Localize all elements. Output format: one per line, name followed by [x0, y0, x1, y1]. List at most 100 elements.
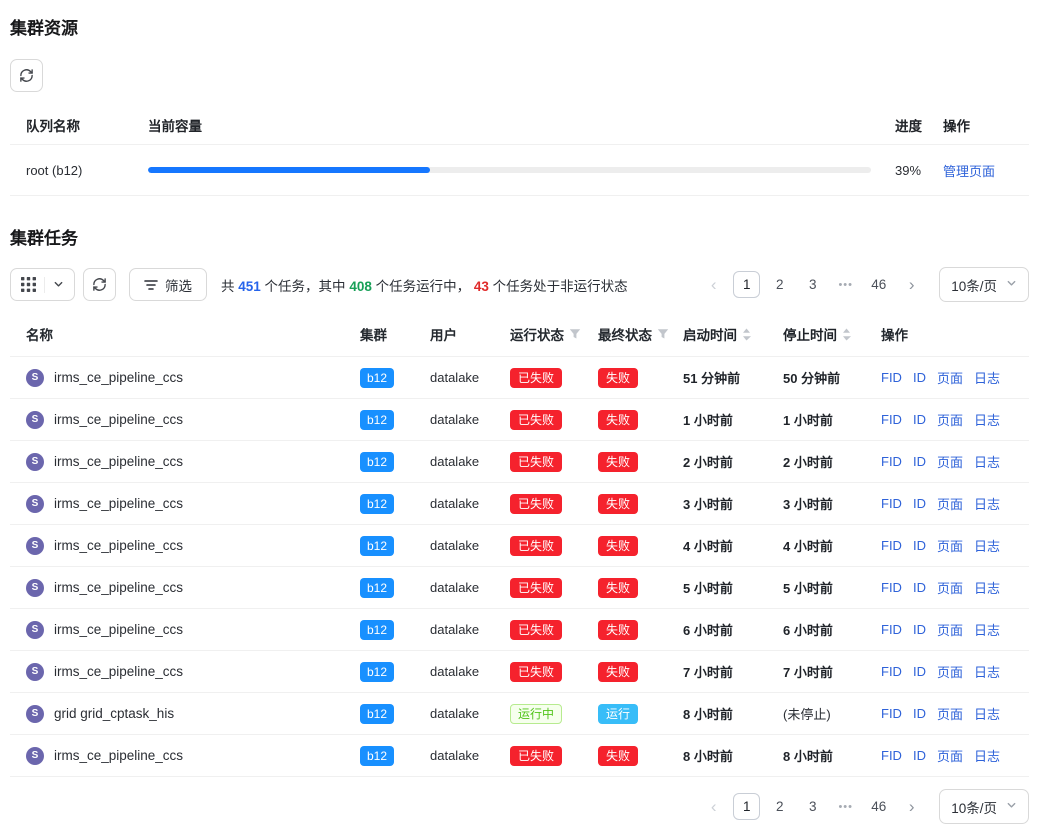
tasks-table: 名称 集群 用户 运行状态 最终状态 启动时间 停止时间 操作 S [10, 312, 1029, 777]
action-link-fid[interactable]: FID [881, 538, 902, 553]
action-link-page[interactable]: 页面 [937, 452, 963, 471]
final-status-badge: 失败 [598, 368, 638, 388]
action-link-id[interactable]: ID [913, 412, 926, 427]
action-link-id[interactable]: ID [913, 706, 926, 721]
action-link-id[interactable]: ID [913, 454, 926, 469]
action-link-page[interactable]: 页面 [937, 410, 963, 429]
action-link-page[interactable]: 页面 [937, 536, 963, 555]
action-link-page[interactable]: 页面 [937, 578, 963, 597]
pagination-top: ‹123•••46› [700, 271, 925, 298]
filter-button-label: 筛选 [165, 275, 192, 295]
page-size-select[interactable]: 10条/页 [939, 789, 1029, 824]
action-link-fid[interactable]: FID [881, 496, 902, 511]
cluster-badge: b12 [360, 704, 394, 724]
tasks-header-start-time[interactable]: 启动时间 [683, 324, 783, 344]
action-link-fid[interactable]: FID [881, 412, 902, 427]
pagination-page-3[interactable]: 3 [799, 793, 826, 820]
task-cluster-cell: b12 [360, 452, 430, 472]
manage-page-link[interactable]: 管理页面 [943, 164, 995, 179]
action-link-page[interactable]: 页面 [937, 368, 963, 387]
action-link-id[interactable]: ID [913, 370, 926, 385]
task-run-status-cell: 已失败 [510, 620, 598, 640]
pagination-page-1[interactable]: 1 [733, 793, 760, 820]
action-link-log[interactable]: 日志 [974, 704, 1000, 723]
action-link-page[interactable]: 页面 [937, 746, 963, 765]
task-name: irms_ce_pipeline_ccs [54, 538, 183, 553]
action-link-id[interactable]: ID [913, 580, 926, 595]
resources-header-queue: 队列名称 [10, 115, 148, 135]
action-link-id[interactable]: ID [913, 622, 926, 637]
final-status-badge: 失败 [598, 578, 638, 598]
capacity-progress-track [148, 167, 871, 173]
filter-funnel-icon[interactable] [569, 328, 581, 340]
resources-refresh-button[interactable] [10, 59, 43, 92]
action-link-log[interactable]: 日志 [974, 368, 1000, 387]
stop-time: 3 小时前 [783, 494, 881, 513]
summary-text: 共 [221, 279, 238, 294]
task-cluster-cell: b12 [360, 662, 430, 682]
pagination-page-3[interactable]: 3 [799, 271, 826, 298]
task-actions: FID ID 页面日志 [881, 368, 1029, 387]
tasks-refresh-button[interactable] [83, 268, 116, 301]
start-time: 8 小时前 [683, 704, 783, 723]
sort-icon[interactable] [742, 328, 751, 341]
action-link-fid[interactable]: FID [881, 664, 902, 679]
pagination-ellipsis[interactable]: ••• [832, 793, 859, 820]
task-final-status-cell: 失败 [598, 536, 683, 556]
action-link-fid[interactable]: FID [881, 454, 902, 469]
pagination-prev-icon[interactable]: ‹ [700, 271, 727, 298]
pagination-next-icon[interactable]: › [898, 793, 925, 820]
action-link-fid[interactable]: FID [881, 580, 902, 595]
task-name-cell: S irms_ce_pipeline_ccs [10, 495, 360, 513]
stop-time: (未停止) [783, 704, 881, 723]
action-link-id[interactable]: ID [913, 496, 926, 511]
pagination-page-2[interactable]: 2 [766, 271, 793, 298]
action-link-fid[interactable]: FID [881, 622, 902, 637]
start-time: 2 小时前 [683, 452, 783, 471]
sort-icon[interactable] [842, 328, 851, 341]
final-status-badge: 失败 [598, 620, 638, 640]
pagination-page-46[interactable]: 46 [865, 793, 892, 820]
action-link-log[interactable]: 日志 [974, 536, 1000, 555]
tasks-header-stop-time[interactable]: 停止时间 [783, 324, 881, 344]
action-link-log[interactable]: 日志 [974, 410, 1000, 429]
layout-settings-button[interactable] [10, 268, 75, 301]
action-link-page[interactable]: 页面 [937, 662, 963, 681]
pagination-page-2[interactable]: 2 [766, 793, 793, 820]
action-link-log[interactable]: 日志 [974, 452, 1000, 471]
task-user: datalake [430, 748, 510, 763]
page-size-select[interactable]: 10条/页 [939, 267, 1029, 302]
task-user: datalake [430, 496, 510, 511]
action-link-log[interactable]: 日志 [974, 578, 1000, 597]
task-user: datalake [430, 706, 510, 721]
run-status-badge: 已失败 [510, 536, 562, 556]
filter-funnel-icon[interactable] [657, 328, 669, 340]
action-link-fid[interactable]: FID [881, 748, 902, 763]
action-link-page[interactable]: 页面 [937, 704, 963, 723]
action-link-log[interactable]: 日志 [974, 662, 1000, 681]
action-link-log[interactable]: 日志 [974, 494, 1000, 513]
pagination-next-icon[interactable]: › [898, 271, 925, 298]
action-link-id[interactable]: ID [913, 664, 926, 679]
pagination-page-1[interactable]: 1 [733, 271, 760, 298]
task-name: grid grid_cptask_his [54, 706, 174, 721]
pagination-bottom: ‹123•••46› [700, 793, 925, 820]
action-link-page[interactable]: 页面 [937, 494, 963, 513]
final-status-badge: 失败 [598, 746, 638, 766]
tasks-table-body: S irms_ce_pipeline_ccs b12 datalake 已失败 … [10, 357, 1029, 777]
pagination-ellipsis[interactable]: ••• [832, 271, 859, 298]
filter-button[interactable]: 筛选 [129, 268, 207, 301]
progress-percent: 39% [895, 163, 943, 178]
action-link-fid[interactable]: FID [881, 370, 902, 385]
task-cluster-cell: b12 [360, 536, 430, 556]
pagination-prev-icon[interactable]: ‹ [700, 793, 727, 820]
action-link-fid[interactable]: FID [881, 706, 902, 721]
action-link-log[interactable]: 日志 [974, 746, 1000, 765]
action-link-id[interactable]: ID [913, 538, 926, 553]
task-final-status-cell: 失败 [598, 620, 683, 640]
action-link-page[interactable]: 页面 [937, 620, 963, 639]
pagination-page-46[interactable]: 46 [865, 271, 892, 298]
action-link-log[interactable]: 日志 [974, 620, 1000, 639]
action-link-id[interactable]: ID [913, 748, 926, 763]
run-status-badge: 已失败 [510, 662, 562, 682]
